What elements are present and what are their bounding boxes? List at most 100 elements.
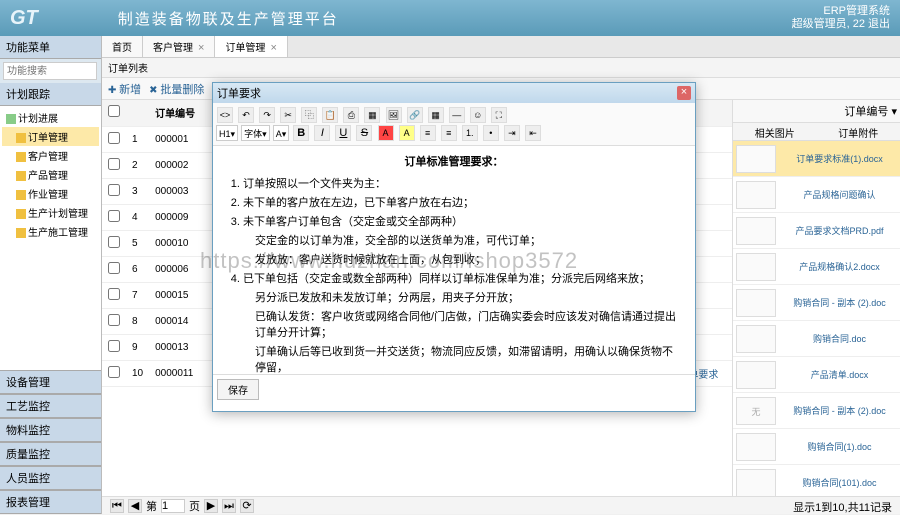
- redo-icon[interactable]: ↷: [259, 107, 275, 123]
- attachment-row[interactable]: 购销合同.doc: [733, 321, 900, 357]
- sidebar-panel[interactable]: 物料监控: [0, 418, 101, 442]
- attachment-row[interactable]: 购销合同(1).doc: [733, 429, 900, 465]
- tree-item[interactable]: 生产施工管理: [2, 222, 99, 241]
- attachment-link[interactable]: 产品要求文档PRD.pdf: [779, 222, 900, 239]
- row-checkbox[interactable]: [108, 288, 120, 300]
- tree-item[interactable]: 产品管理: [2, 165, 99, 184]
- sidebar-panel[interactable]: 质量监控: [0, 442, 101, 466]
- select-all-checkbox[interactable]: [108, 105, 120, 117]
- undo-icon[interactable]: ↶: [238, 107, 254, 123]
- hr-icon[interactable]: —: [449, 107, 465, 123]
- close-icon[interactable]: ×: [677, 86, 691, 100]
- close-tab-icon[interactable]: ×: [198, 42, 204, 54]
- editor-content[interactable]: 订单标准管理要求： 订单按照以一个文件夹为主：未下单的客户放在左边，已下单客户放…: [213, 146, 695, 374]
- bgcolor-icon[interactable]: A: [399, 125, 415, 141]
- thumbnail: [736, 289, 776, 317]
- rp-col-attach: 订单附件: [817, 123, 900, 140]
- row-checkbox[interactable]: [108, 158, 120, 170]
- strike-icon[interactable]: S: [356, 125, 372, 141]
- attachment-link[interactable]: 产品规格问题确认: [779, 186, 900, 203]
- attachment-row[interactable]: 产品清单.docx: [733, 357, 900, 393]
- row-checkbox[interactable]: [108, 262, 120, 274]
- sidebar-panel[interactable]: 报表管理: [0, 490, 101, 514]
- row-checkbox[interactable]: [108, 314, 120, 326]
- attachment-link[interactable]: 购销合同 - 副本 (2).doc: [779, 294, 900, 311]
- first-page-icon[interactable]: ⏮: [110, 499, 124, 513]
- tab[interactable]: 客户管理×: [143, 36, 215, 57]
- fullscreen-icon[interactable]: ⛶: [491, 107, 507, 123]
- add-button[interactable]: ✚ 新增: [108, 81, 141, 97]
- row-checkbox[interactable]: [108, 184, 120, 196]
- refresh-page-icon[interactable]: ⟳: [240, 499, 254, 513]
- prev-page-icon[interactable]: ◀: [128, 499, 142, 513]
- thumbnail: [736, 433, 776, 461]
- page-input[interactable]: [161, 499, 185, 513]
- ol-icon[interactable]: 1.: [462, 125, 478, 141]
- heading-select[interactable]: H1▾: [216, 125, 238, 141]
- copy-icon[interactable]: ⿻: [301, 107, 317, 123]
- subtab[interactable]: 订单列表: [102, 58, 900, 78]
- attachment-row[interactable]: 购销合同(101).doc: [733, 465, 900, 496]
- attachment-row[interactable]: 购销合同 - 副本 (2).doc: [733, 285, 900, 321]
- link-icon[interactable]: 🔗: [407, 107, 423, 123]
- attachment-row[interactable]: 订单要求标准(1).docx: [733, 141, 900, 177]
- row-checkbox[interactable]: [108, 366, 120, 378]
- underline-icon[interactable]: U: [335, 125, 351, 141]
- italic-icon[interactable]: I: [314, 125, 330, 141]
- tree-item[interactable]: 计划进展: [2, 108, 99, 127]
- sidebar-panel[interactable]: 工艺监控: [0, 394, 101, 418]
- emoji-icon[interactable]: ☺: [470, 107, 486, 123]
- pager[interactable]: ⏮ ◀ 第页 ▶ ⏭ ⟳: [110, 499, 254, 512]
- ul-icon[interactable]: •: [483, 125, 499, 141]
- row-checkbox[interactable]: [108, 236, 120, 248]
- size-select[interactable]: A▾: [273, 125, 290, 141]
- font-select[interactable]: 字体▾: [241, 125, 270, 141]
- align-left-icon[interactable]: ≡: [420, 125, 436, 141]
- next-page-icon[interactable]: ▶: [204, 499, 218, 513]
- attachment-link[interactable]: 购销合同 - 副本 (2).doc: [779, 402, 900, 419]
- tab[interactable]: 订单管理×: [215, 36, 287, 57]
- attachment-link[interactable]: 产品规格确认2.docx: [779, 258, 900, 275]
- filter-dropdown[interactable]: 订单编号 ▾: [844, 106, 897, 118]
- search-input[interactable]: [3, 62, 97, 80]
- row-checkbox[interactable]: [108, 132, 120, 144]
- template-icon[interactable]: ▦: [364, 107, 380, 123]
- tree-item[interactable]: 订单管理: [2, 127, 99, 146]
- table-icon[interactable]: ▦: [428, 107, 444, 123]
- attachment-link[interactable]: 购销合同(1).doc: [779, 438, 900, 455]
- align-center-icon[interactable]: ≡: [441, 125, 457, 141]
- nav-tree: 计划进展订单管理客户管理产品管理作业管理生产计划管理生产施工管理: [0, 106, 101, 370]
- image-icon[interactable]: 🖼: [386, 107, 402, 123]
- attachment-link[interactable]: 订单要求标准(1).docx: [779, 150, 900, 167]
- attachment-row[interactable]: 产品规格问题确认: [733, 177, 900, 213]
- tree-item[interactable]: 客户管理: [2, 146, 99, 165]
- source-icon[interactable]: <>: [217, 107, 233, 123]
- cut-icon[interactable]: ✂: [280, 107, 296, 123]
- save-button[interactable]: 保存: [217, 379, 259, 400]
- attachment-row[interactable]: 产品要求文档PRD.pdf: [733, 213, 900, 249]
- attachment-link[interactable]: 购销合同.doc: [779, 330, 900, 347]
- sidebar-panel[interactable]: 设备管理: [0, 370, 101, 394]
- color-icon[interactable]: A: [378, 125, 394, 141]
- attachment-link[interactable]: 产品清单.docx: [779, 366, 900, 383]
- attachment-row[interactable]: 无购销合同 - 副本 (2).doc: [733, 393, 900, 429]
- tabs: 首页客户管理×订单管理×: [102, 36, 900, 58]
- tree-item[interactable]: 生产计划管理: [2, 203, 99, 222]
- attachment-link[interactable]: 购销合同(101).doc: [779, 474, 900, 491]
- indent-icon[interactable]: ⇥: [504, 125, 520, 141]
- thumbnail: [736, 361, 776, 389]
- batch-delete-button[interactable]: ✖ 批量删除: [149, 81, 204, 97]
- thumbnail: 无: [736, 397, 776, 425]
- tab[interactable]: 首页: [102, 36, 143, 57]
- attachment-row[interactable]: 产品规格确认2.docx: [733, 249, 900, 285]
- tree-item[interactable]: 作业管理: [2, 184, 99, 203]
- row-checkbox[interactable]: [108, 340, 120, 352]
- sidebar-panel[interactable]: 人员监控: [0, 466, 101, 490]
- paste-icon[interactable]: 📋: [322, 107, 338, 123]
- close-tab-icon[interactable]: ×: [270, 42, 276, 54]
- last-page-icon[interactable]: ⏭: [222, 499, 236, 513]
- bold-icon[interactable]: B: [293, 125, 309, 141]
- row-checkbox[interactable]: [108, 210, 120, 222]
- outdent-icon[interactable]: ⇤: [525, 125, 541, 141]
- print-icon[interactable]: ⎙: [343, 107, 359, 123]
